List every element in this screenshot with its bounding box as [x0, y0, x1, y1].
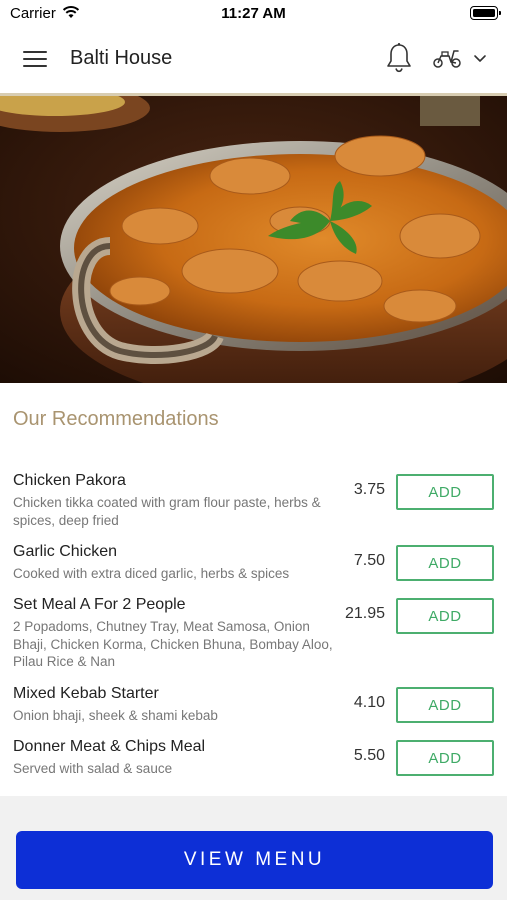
item-price: 7.50: [353, 552, 385, 569]
item-name: Garlic Chicken: [13, 543, 118, 560]
item-price: 21.95: [344, 605, 385, 622]
item-name: Set Meal A For 2 People: [13, 596, 186, 613]
page-title: Balti House: [70, 47, 173, 69]
add-button[interactable]: ADD: [396, 545, 494, 581]
bell-icon[interactable]: [385, 42, 413, 74]
clock: 11:27 AM: [221, 5, 286, 22]
add-button[interactable]: ADD: [396, 474, 494, 510]
item-description: Served with salad & sauce: [13, 761, 173, 776]
hero-curry-image: [0, 96, 507, 383]
app-header: Balti House: [0, 27, 507, 93]
status-bar: Carrier 11:27 AM: [0, 0, 507, 27]
chevron-down-icon[interactable]: [473, 54, 487, 64]
item-name: Donner Meat & Chips Meal: [13, 738, 206, 755]
recommendations-title: Our Recommendations: [13, 408, 219, 430]
view-menu-button[interactable]: VIEW MENU: [16, 831, 493, 889]
scooter-icon[interactable]: [432, 47, 462, 69]
item-price: 4.10: [353, 694, 385, 711]
item-description: Chicken tikka coated with gram flour pas…: [13, 495, 321, 528]
item-price: 3.75: [353, 481, 385, 498]
item-name: Chicken Pakora: [13, 472, 126, 489]
battery-icon: [470, 6, 501, 20]
item-price: 5.50: [353, 747, 385, 764]
item-name: Mixed Kebab Starter: [13, 685, 159, 702]
add-button[interactable]: ADD: [396, 598, 494, 634]
item-description: Cooked with extra diced garlic, herbs & …: [13, 566, 290, 581]
menu-icon[interactable]: [23, 49, 47, 69]
item-description: 2 Popadoms, Chutney Tray, Meat Samosa, O…: [13, 619, 333, 669]
add-button[interactable]: ADD: [396, 687, 494, 723]
item-description: Onion bhaji, sheek & shami kebab: [13, 708, 218, 723]
add-button[interactable]: ADD: [396, 740, 494, 776]
